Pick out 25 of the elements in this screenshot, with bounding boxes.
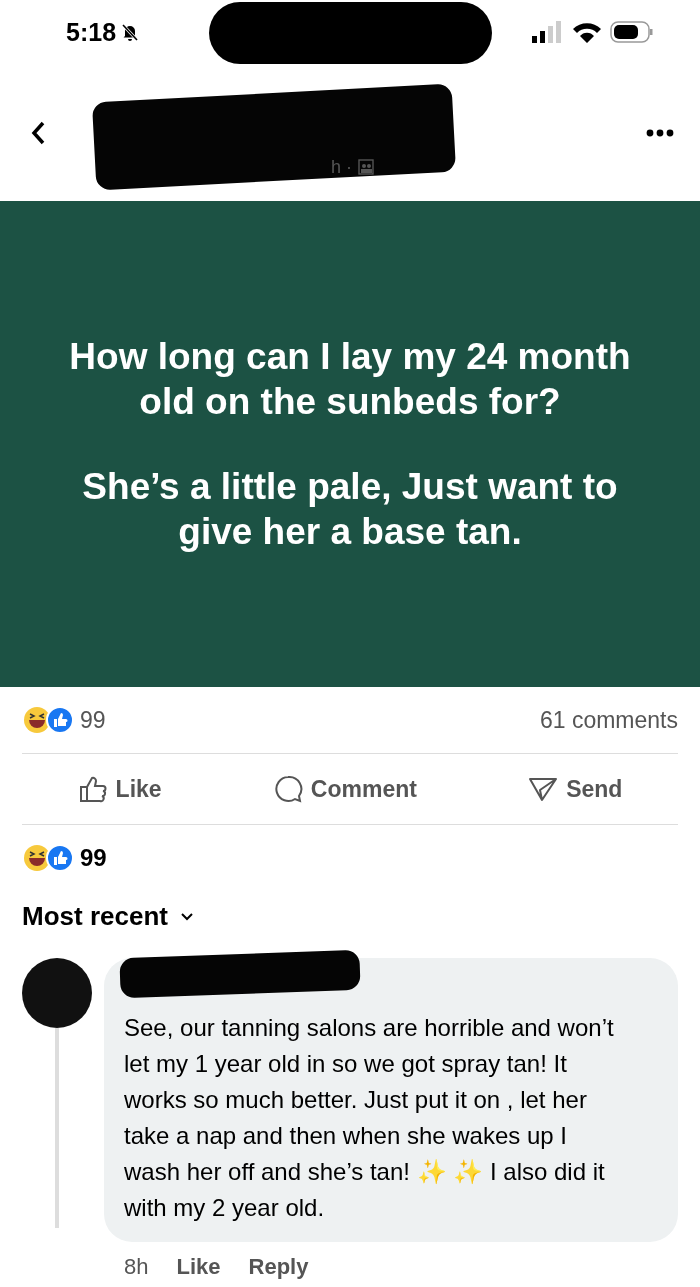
reaction-count[interactable]: 99 (80, 844, 107, 872)
like-button[interactable]: Like (73, 770, 166, 808)
like-link[interactable]: Like (176, 1254, 221, 1280)
audience-icon (358, 159, 374, 175)
back-icon[interactable] (30, 119, 46, 146)
reaction-count[interactable]: 99 (80, 706, 106, 734)
reply-link[interactable]: Reply (248, 1254, 309, 1280)
comment-text: See, our tanning salons are horrible and won’t let my 1 year old in so we got spray tan! It works so much better. Just put it on , let her take a nap and then when she wakes up I wash her off and she’s tan! ✨ ✨ I also did it with my 2 year old. (124, 1013, 615, 1223)
post-text: How long can I lay my 24 month old on the sunbeds for? (68, 334, 632, 424)
status-time: 5:18 (66, 17, 117, 47)
comment-time: 8h (124, 1254, 149, 1280)
thumbs-up-icon (77, 774, 108, 804)
sort-dropdown[interactable]: Most recent (22, 901, 194, 932)
speech-bubble-icon (272, 774, 303, 804)
signal-icon (530, 21, 564, 43)
wifi-icon (572, 21, 602, 43)
more-icon[interactable] (646, 128, 674, 137)
send-button[interactable]: Send (524, 770, 627, 808)
post-text: She’s a little pale, Just want to give her a base tan. (81, 465, 619, 555)
comment-button[interactable]: Comment (268, 770, 421, 808)
battery-icon (610, 20, 654, 44)
post-time: h · (331, 156, 352, 178)
chevron-down-icon (179, 911, 194, 922)
comment-count[interactable]: 61 comments (539, 706, 678, 734)
muted-bell-icon (120, 22, 141, 42)
